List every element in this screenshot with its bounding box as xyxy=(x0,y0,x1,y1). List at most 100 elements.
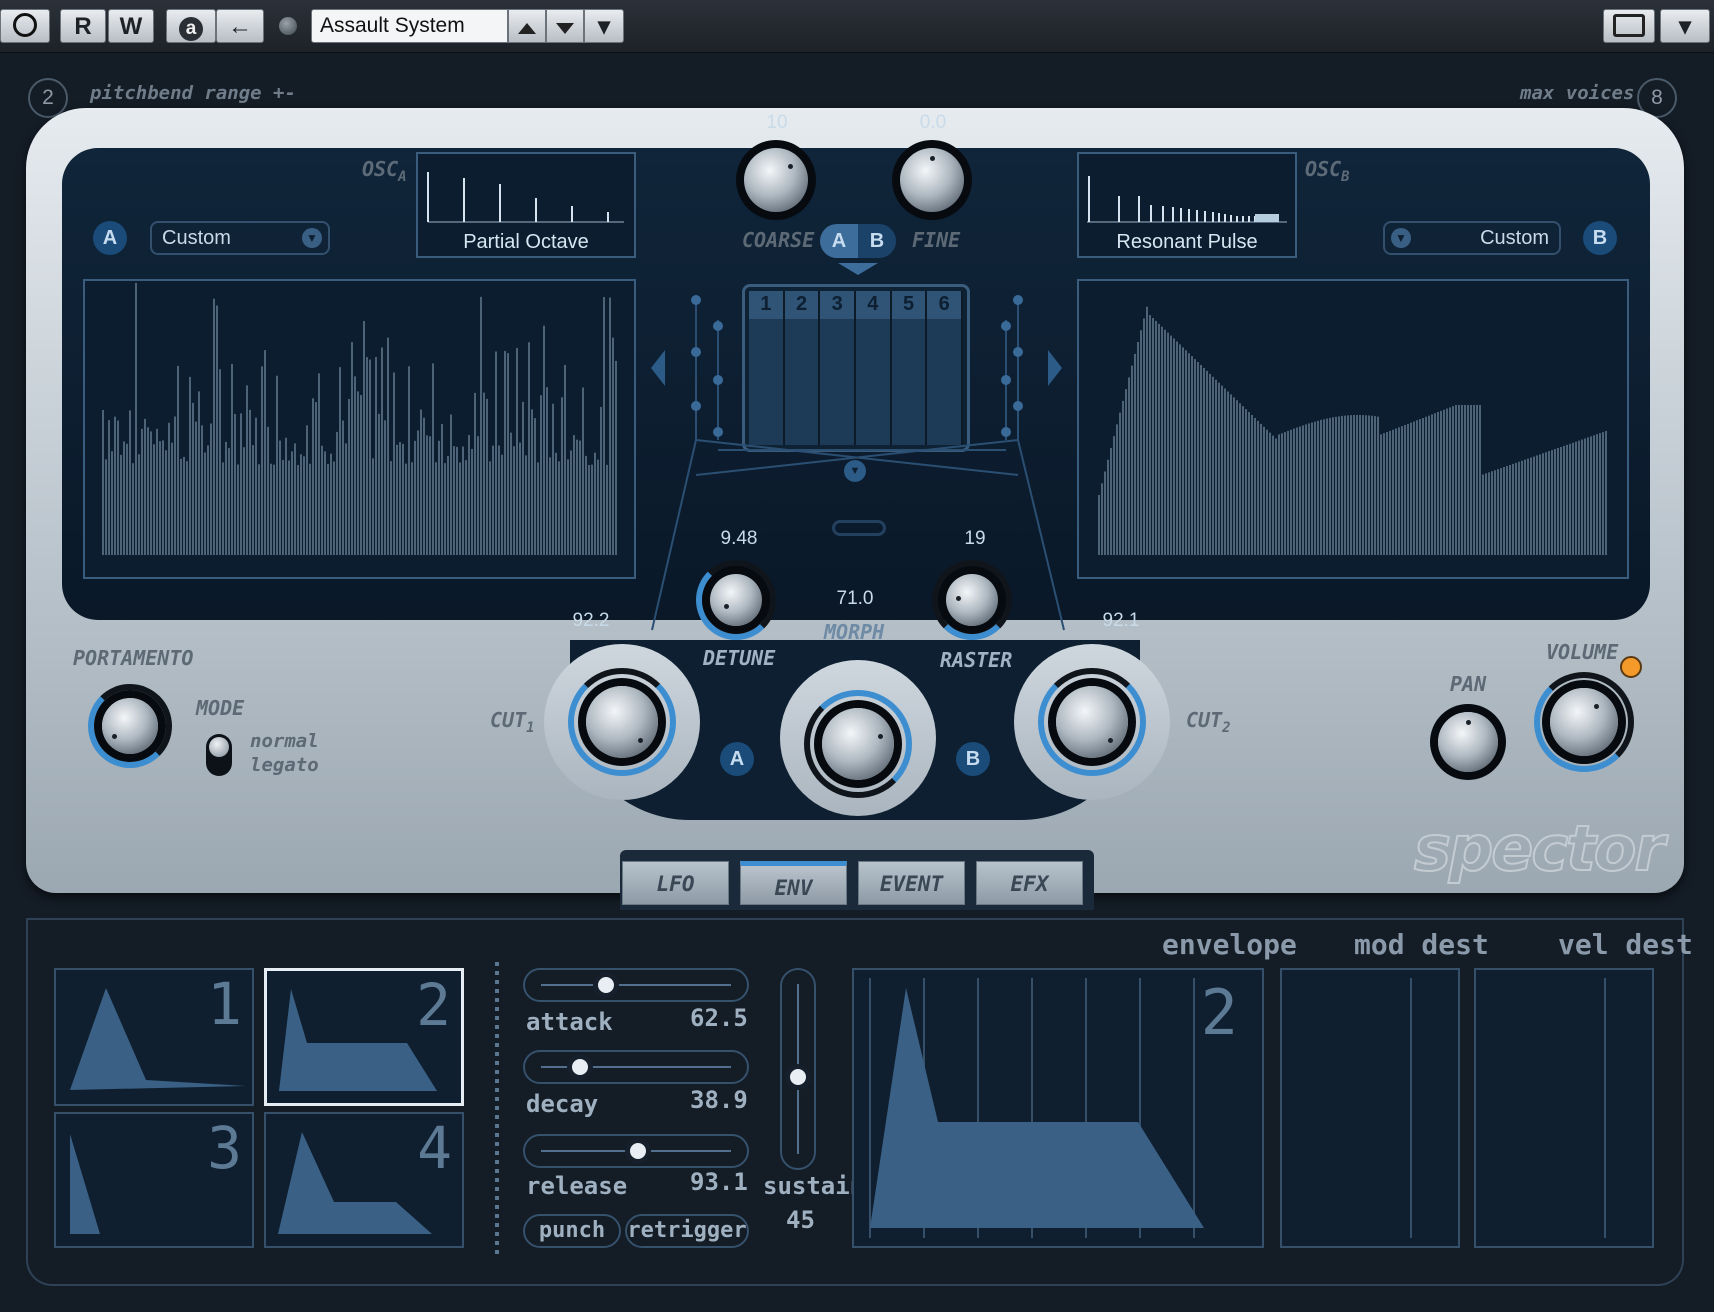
release-label: release xyxy=(526,1172,628,1200)
sustain-slider-handle[interactable] xyxy=(785,1064,811,1090)
power-icon xyxy=(13,13,37,37)
cut2-value: 92.1 xyxy=(1102,610,1140,631)
retrigger-button[interactable]: retrigger xyxy=(625,1214,749,1248)
mode-switch[interactable] xyxy=(206,734,232,776)
tab-lfo[interactable]: LFO xyxy=(622,861,729,905)
write-automation-button[interactable]: W xyxy=(108,9,154,43)
pan-knob[interactable] xyxy=(1438,712,1498,772)
read-automation-button[interactable]: R xyxy=(60,9,106,43)
osc-a-label: OSCA xyxy=(362,157,407,185)
preset-prev-button[interactable] xyxy=(508,9,546,43)
envelope-slot-2[interactable]: 2 xyxy=(264,968,464,1106)
vel-dest-box[interactable] xyxy=(1474,968,1654,1248)
attack-label: attack xyxy=(526,1008,613,1036)
cut2-knob[interactable] xyxy=(1056,686,1128,758)
preset-next-button[interactable] xyxy=(546,9,584,43)
release-slider-handle[interactable] xyxy=(625,1138,651,1164)
sustain-label: sustain xyxy=(763,1172,865,1200)
detune-knob[interactable] xyxy=(710,574,762,626)
cut1-value: 92.2 xyxy=(572,610,610,631)
osc-a-preset-label: Custom xyxy=(162,227,231,249)
mod-dest-box[interactable] xyxy=(1280,968,1460,1248)
osc-ab-selector[interactable]: A B xyxy=(820,224,896,258)
raster-knob[interactable] xyxy=(946,574,998,626)
cut2-label: CUT2 xyxy=(1186,708,1231,736)
raster-label: RASTER xyxy=(940,648,1013,672)
envelope-display[interactable]: 2 xyxy=(852,968,1264,1248)
link-icon[interactable] xyxy=(832,520,886,536)
decay-label: decay xyxy=(526,1090,599,1118)
decay-slider[interactable] xyxy=(523,1050,749,1084)
osc-a-badge: A xyxy=(93,221,127,255)
chevron-down-icon: ▼ xyxy=(1391,228,1411,248)
osc-a-spectrum-display[interactable] xyxy=(83,279,636,579)
envelope-slot-3[interactable]: 3 xyxy=(54,1112,254,1248)
coarse-label: COARSE xyxy=(742,228,815,252)
osc-a-spectrum-graphic xyxy=(102,282,617,555)
envelope-slot-4[interactable]: 4 xyxy=(264,1112,464,1248)
tab-event[interactable]: EVENT xyxy=(858,861,965,905)
morph-a-badge: A xyxy=(720,742,754,776)
mode-switch-handle xyxy=(209,737,229,757)
volume-led-icon xyxy=(1620,656,1642,678)
release-slider[interactable] xyxy=(523,1134,749,1168)
envelope-display-number: 2 xyxy=(1200,976,1238,1049)
osc-a-waveform-display[interactable]: Partial Octave xyxy=(416,152,636,258)
preset-menu-button[interactable]: ▾ xyxy=(584,9,624,43)
attack-slider-handle[interactable] xyxy=(593,972,619,998)
envelope-slot-number: 4 xyxy=(417,1114,452,1182)
portamento-knob[interactable] xyxy=(102,698,158,754)
morph-knob[interactable] xyxy=(822,708,894,780)
osc-b-preset-label: Custom xyxy=(1480,227,1549,249)
power-button[interactable] xyxy=(0,9,50,43)
attack-value: 62.5 xyxy=(690,1004,748,1032)
osc-ab-option-a[interactable]: A xyxy=(820,224,858,258)
punch-button[interactable]: punch xyxy=(523,1214,621,1248)
tab-env[interactable]: ENV xyxy=(740,861,847,905)
switch-back-button[interactable]: ← xyxy=(216,9,264,43)
fine-knob[interactable] xyxy=(900,148,964,212)
arrow-down-icon xyxy=(556,23,574,34)
osc-b-preset-dropdown[interactable]: ▼ Custom xyxy=(1383,221,1561,255)
mode-normal-label: normal xyxy=(250,730,319,752)
sustain-slider[interactable] xyxy=(780,968,816,1170)
tab-efx[interactable]: EFX xyxy=(976,861,1083,905)
auto-fade-button[interactable]: a xyxy=(166,9,216,43)
coarse-knob[interactable] xyxy=(744,148,808,212)
osc-a-preset-dropdown[interactable]: Custom ▼ xyxy=(150,221,330,255)
auto-label: a xyxy=(179,17,203,41)
preset-name-field[interactable]: Assault System xyxy=(311,9,508,43)
volume-knob[interactable] xyxy=(1550,688,1618,756)
fine-value: 0.0 xyxy=(919,112,947,133)
status-led-icon xyxy=(279,17,297,35)
volume-label: VOLUME xyxy=(1546,640,1619,664)
morph-value: 71.0 xyxy=(836,588,874,609)
osc-b-waveform-name: Resonant Pulse xyxy=(1116,231,1258,253)
cut1-label: CUT1 xyxy=(490,708,535,736)
vel-dest-header: vel dest xyxy=(1558,928,1693,961)
section-divider xyxy=(26,918,1684,920)
mod-dest-header: mod dest xyxy=(1354,928,1489,961)
osc-b-spectrum-graphic xyxy=(1098,306,1607,555)
detune-label: DETUNE xyxy=(703,646,776,670)
cut1-knob[interactable] xyxy=(586,686,658,758)
mode-legato-label: legato xyxy=(250,754,319,776)
osc-b-label: OSCB xyxy=(1305,157,1350,185)
raster-value: 19 xyxy=(964,528,986,549)
osc-a-partials-graphic xyxy=(427,172,624,223)
release-value: 93.1 xyxy=(690,1168,748,1196)
sustain-value: 45 xyxy=(786,1206,815,1234)
envelope-slot-1[interactable]: 1 xyxy=(54,968,254,1106)
osc-b-waveform-display[interactable]: Resonant Pulse xyxy=(1077,152,1297,258)
osc-ab-option-b[interactable]: B xyxy=(858,224,896,258)
snapshot-button[interactable] xyxy=(1603,9,1655,43)
detune-value: 9.48 xyxy=(720,528,758,549)
portamento-label: PORTAMENTO xyxy=(73,646,194,670)
osc-b-spectrum-display[interactable] xyxy=(1077,279,1629,579)
attack-slider[interactable] xyxy=(523,968,749,1002)
decay-slider-handle[interactable] xyxy=(567,1054,593,1080)
osc-b-badge: B xyxy=(1583,221,1617,255)
camera-icon xyxy=(1613,14,1645,37)
osc-b-partials-graphic xyxy=(1087,176,1287,223)
plugin-menu-button[interactable]: ▾ xyxy=(1660,9,1710,43)
